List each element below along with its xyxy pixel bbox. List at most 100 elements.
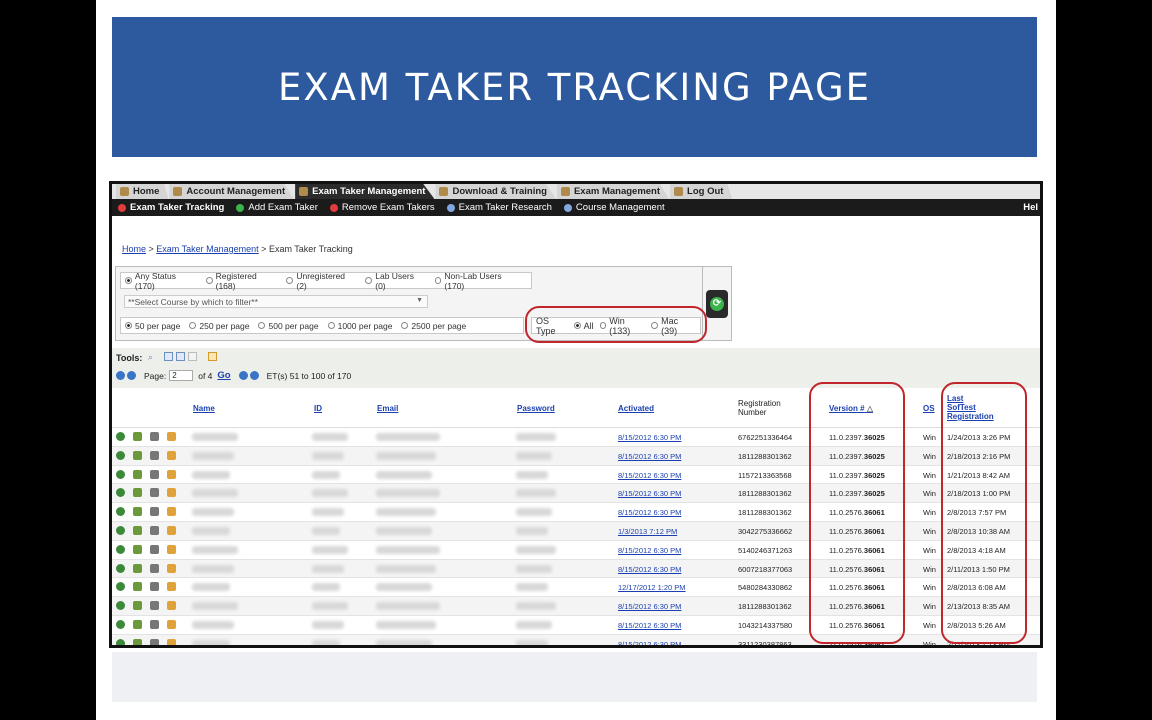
user-icon[interactable]	[116, 601, 125, 611]
radio-button[interactable]	[189, 322, 197, 329]
activated-link[interactable]: 8/15/2012 6:30 PM	[618, 433, 681, 442]
refresh-button[interactable]: ⟳	[706, 289, 728, 318]
column-password[interactable]: Password	[517, 404, 555, 413]
mail-icon[interactable]	[167, 582, 176, 592]
top-nav-download-training[interactable]: Download & Training	[435, 184, 556, 199]
excel-export-icon[interactable]	[164, 352, 173, 361]
search-icon[interactable]: ⌕	[148, 352, 157, 362]
sub-nav-course-management[interactable]: Course Management	[563, 202, 665, 213]
mail-icon[interactable]	[167, 488, 176, 498]
mail-icon[interactable]	[167, 507, 176, 517]
edit-icon[interactable]	[133, 450, 142, 460]
delete-icon[interactable]	[150, 619, 159, 629]
user-icon[interactable]	[116, 619, 125, 629]
column-os[interactable]: OS	[923, 404, 935, 413]
per-page-option-50-per-page[interactable]: 50 per page	[125, 321, 180, 331]
first-page-icon[interactable]	[116, 371, 125, 380]
user-icon[interactable]	[116, 507, 125, 517]
delete-icon[interactable]	[150, 507, 159, 517]
delete-icon[interactable]	[150, 450, 159, 460]
edit-icon[interactable]	[133, 638, 142, 645]
edit-icon[interactable]	[133, 525, 142, 535]
column-email[interactable]: Email	[377, 404, 398, 413]
activated-link[interactable]: 8/15/2012 6:30 PM	[618, 508, 681, 517]
sub-nav-remove-exam-takers[interactable]: Remove Exam Takers	[329, 202, 435, 213]
per-page-option-500-per-page[interactable]: 500 per page	[258, 321, 319, 331]
per-page-option-250-per-page[interactable]: 250 per page	[189, 321, 249, 331]
page-input[interactable]: 2	[169, 370, 194, 381]
radio-button[interactable]	[125, 322, 132, 329]
activated-link[interactable]: 8/15/2012 6:30 PM	[618, 546, 681, 555]
activated-link[interactable]: 8/15/2012 6:30 PM	[618, 489, 681, 498]
edit-icon[interactable]	[133, 544, 142, 554]
breadcrumb-home[interactable]: Home	[122, 244, 146, 254]
mail-icon[interactable]	[167, 525, 176, 535]
breadcrumb-section[interactable]: Exam Taker Management	[156, 244, 258, 254]
activated-link[interactable]: 8/15/2012 6:30 PM	[618, 602, 681, 611]
column-name[interactable]: Name	[193, 404, 215, 413]
delete-icon[interactable]	[150, 469, 159, 479]
mail-icon[interactable]	[167, 544, 176, 554]
delete-icon[interactable]	[150, 638, 159, 645]
mail-icon[interactable]	[167, 450, 176, 460]
mail-icon[interactable]	[167, 432, 176, 441]
user-icon[interactable]	[116, 638, 125, 645]
prev-page-icon[interactable]	[127, 371, 136, 380]
status-option-any-status-170[interactable]: Any Status (170)	[125, 271, 197, 291]
edit-icon[interactable]	[133, 488, 142, 498]
mail-icon[interactable]	[167, 469, 176, 479]
edit-icon[interactable]	[133, 582, 142, 592]
user-icon[interactable]	[116, 563, 125, 573]
delete-icon[interactable]	[150, 488, 159, 498]
next-page-icon[interactable]	[238, 371, 248, 380]
user-icon[interactable]	[116, 469, 125, 479]
top-nav-account-management[interactable]: Account Management	[169, 184, 295, 199]
mail-icon[interactable]	[167, 638, 176, 645]
delete-icon[interactable]	[150, 544, 159, 554]
user-icon[interactable]	[116, 525, 125, 535]
radio-button[interactable]	[327, 322, 335, 329]
top-nav-home[interactable]: Home	[116, 184, 169, 199]
mail-icon[interactable]	[167, 601, 176, 611]
help-link[interactable]: Hel	[1023, 202, 1038, 213]
edit-icon[interactable]	[133, 507, 142, 517]
radio-button[interactable]	[286, 277, 294, 284]
go-button[interactable]: Go	[217, 370, 230, 381]
activated-link[interactable]: 12/17/2012 1:20 PM	[618, 583, 686, 592]
radio-button[interactable]	[205, 277, 213, 284]
user-icon[interactable]	[116, 432, 125, 441]
delete-icon[interactable]	[150, 525, 159, 535]
course-select[interactable]: **Select Course by which to filter** ▼	[124, 295, 428, 308]
top-nav-exam-management[interactable]: Exam Management	[556, 184, 670, 199]
document-icon[interactable]	[188, 352, 197, 361]
mail-icon[interactable]	[167, 563, 176, 573]
edit-icon[interactable]	[133, 601, 142, 611]
per-page-option-2500-per-page[interactable]: 2500 per page	[401, 321, 466, 331]
activated-link[interactable]: 8/15/2012 6:30 PM	[618, 621, 681, 630]
sub-nav-exam-taker-research[interactable]: Exam Taker Research	[446, 202, 552, 213]
last-page-icon[interactable]	[249, 371, 259, 380]
edit-icon[interactable]	[133, 469, 142, 479]
delete-icon[interactable]	[150, 582, 159, 592]
top-nav-log-out[interactable]: Log Out	[670, 184, 733, 199]
status-option-registered-168[interactable]: Registered (168)	[205, 271, 278, 291]
user-icon[interactable]	[116, 582, 125, 592]
edit-icon[interactable]	[133, 563, 142, 573]
radio-button[interactable]	[258, 322, 266, 329]
top-nav-exam-taker-management[interactable]: Exam Taker Management	[295, 184, 435, 199]
delete-icon[interactable]	[150, 563, 159, 573]
user-icon[interactable]	[116, 450, 125, 460]
radio-button[interactable]	[401, 322, 409, 329]
edit-icon[interactable]	[133, 432, 142, 441]
activated-link[interactable]: 1/3/2013 7:12 PM	[618, 527, 677, 536]
word-export-icon[interactable]	[176, 352, 185, 361]
delete-icon[interactable]	[150, 601, 159, 611]
activated-link[interactable]: 8/15/2012 6:30 PM	[618, 565, 681, 574]
column-id[interactable]: ID	[314, 404, 322, 413]
activated-link[interactable]: 8/15/2012 6:30 PM	[618, 640, 681, 645]
user-icon[interactable]	[116, 488, 125, 498]
radio-button[interactable]	[365, 277, 373, 284]
sub-nav-exam-taker-tracking[interactable]: Exam Taker Tracking	[118, 202, 224, 213]
status-option-unregistered-2[interactable]: Unregistered (2)	[286, 271, 356, 291]
per-page-option-1000-per-page[interactable]: 1000 per page	[327, 321, 392, 331]
